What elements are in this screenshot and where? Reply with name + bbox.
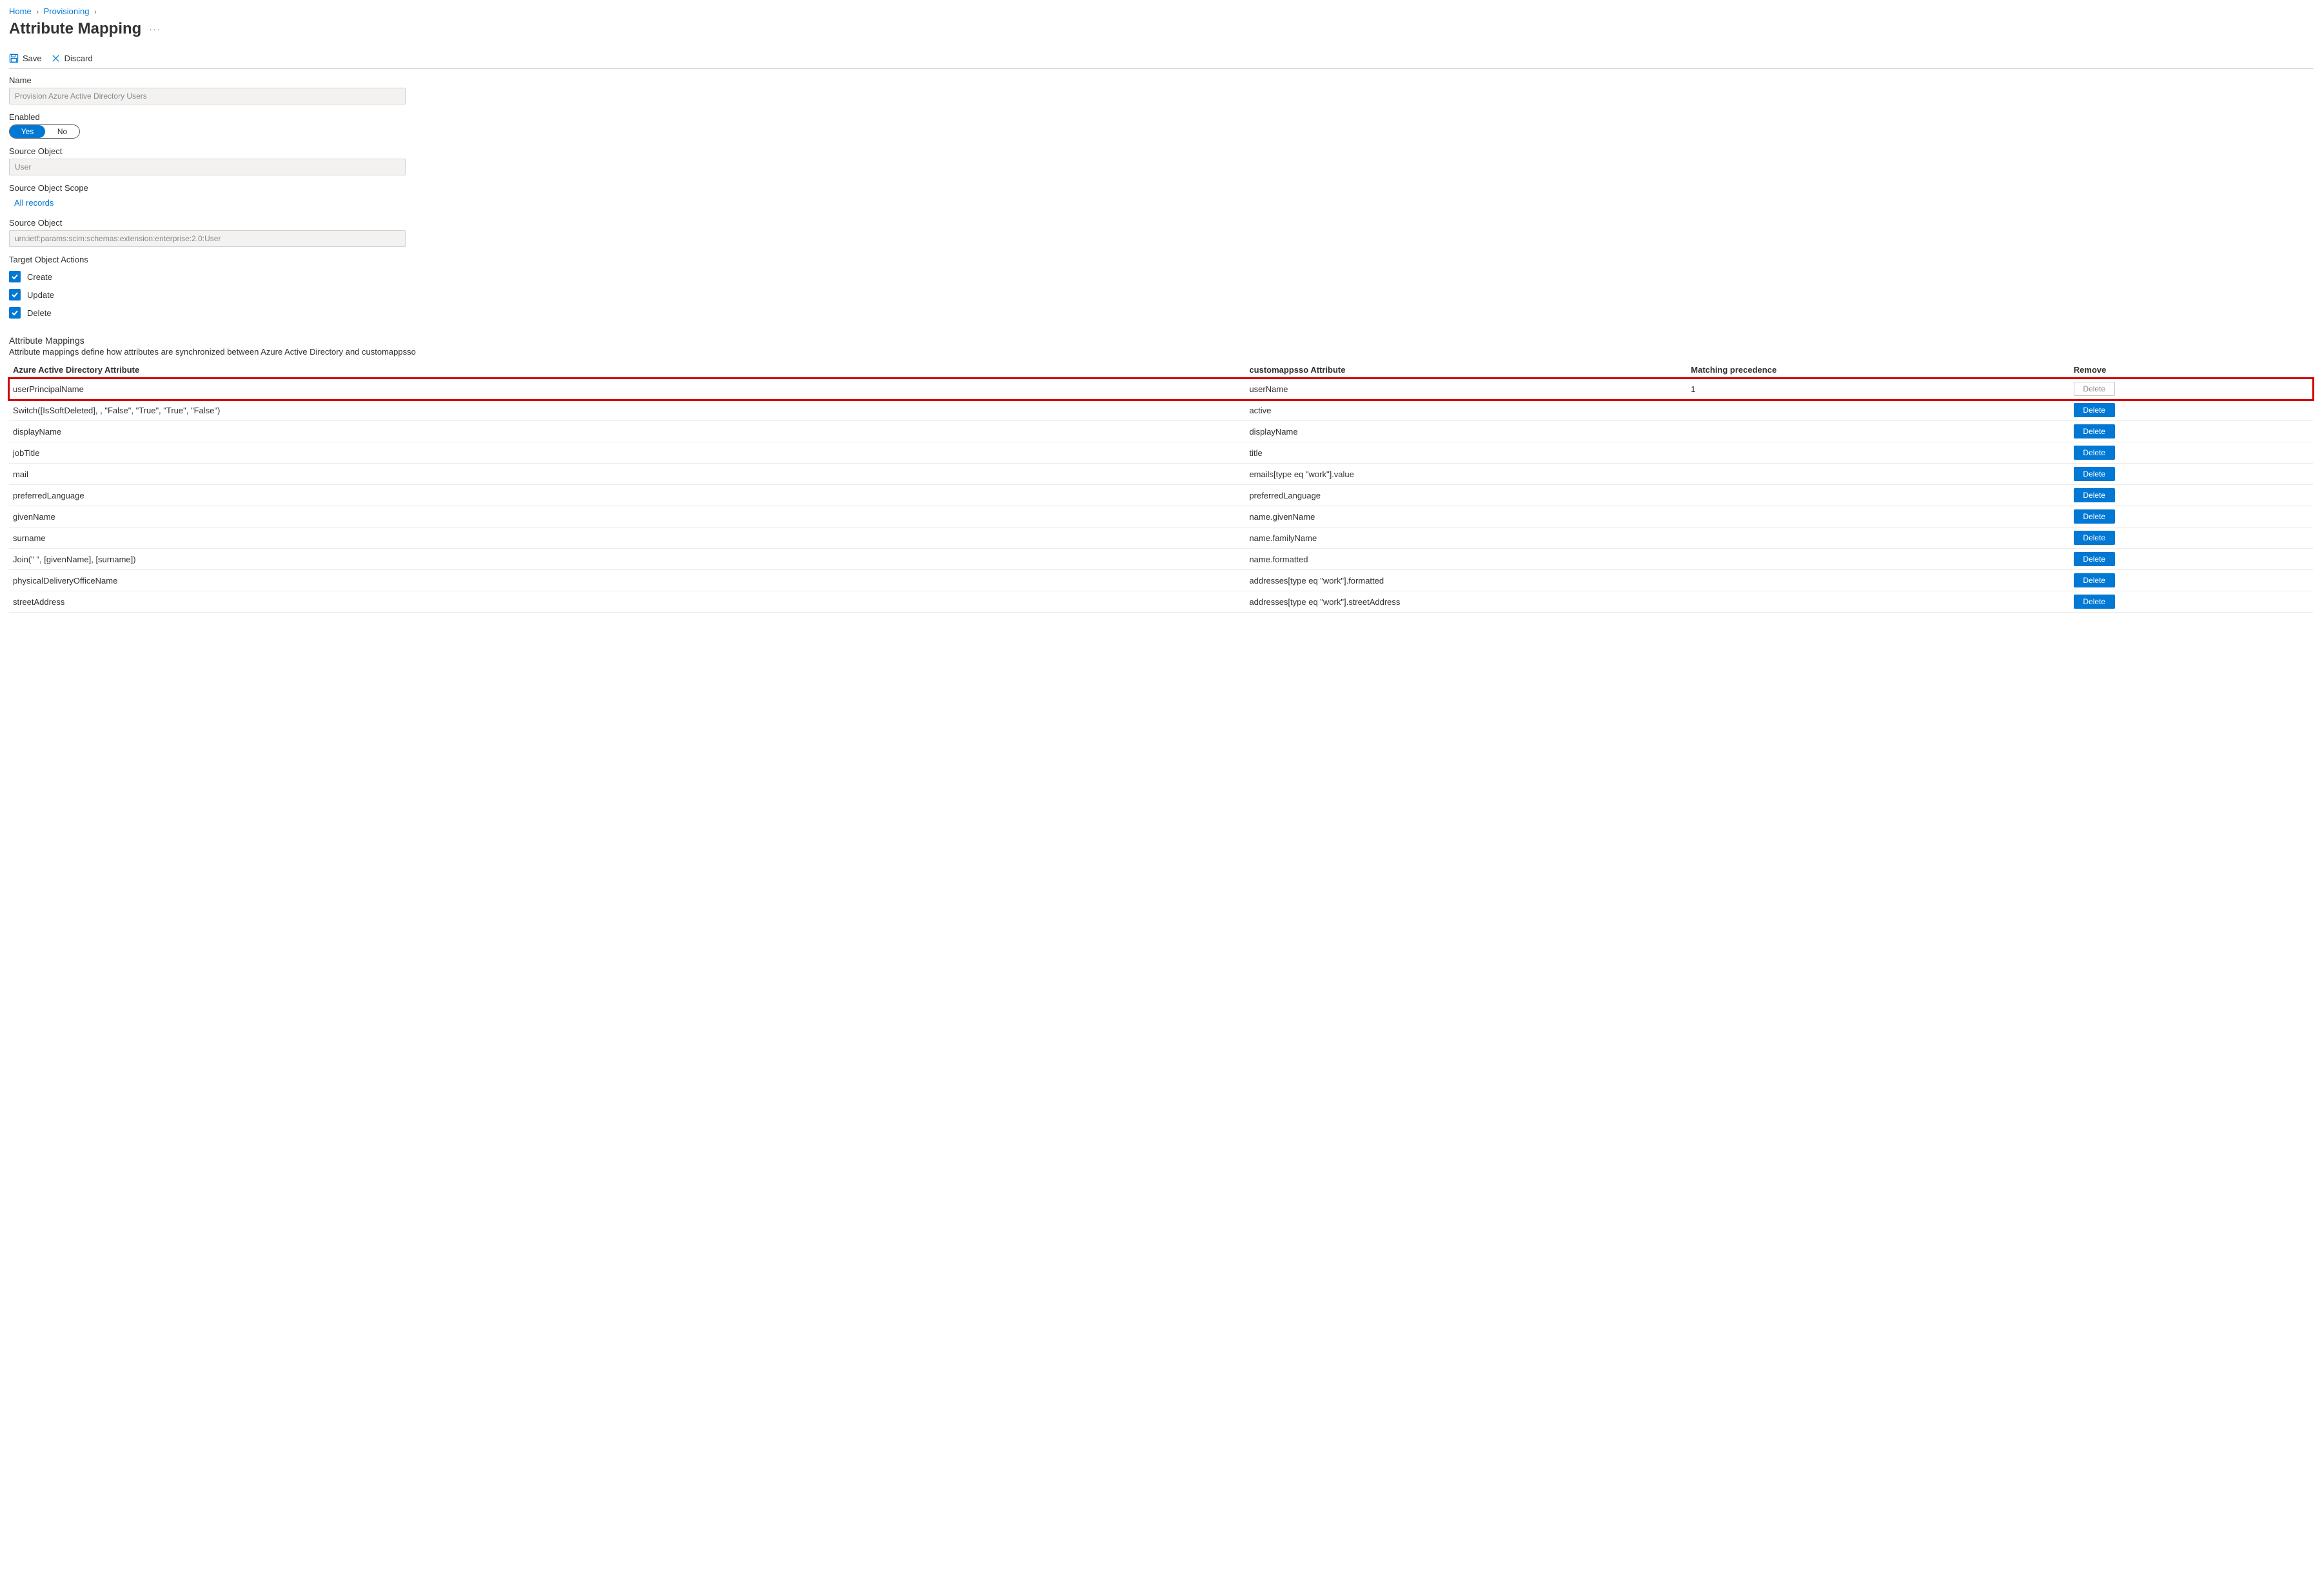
cell-custom: addresses[type eq "work"].streetAddress bbox=[1249, 597, 1691, 607]
delete-button[interactable]: Delete bbox=[2074, 488, 2115, 502]
cell-aad: surname bbox=[13, 533, 1249, 543]
discard-button[interactable]: Discard bbox=[51, 54, 93, 63]
scope-link[interactable]: All records bbox=[9, 195, 59, 210]
cell-custom: emails[type eq "work"].value bbox=[1249, 469, 1691, 479]
table-row[interactable]: Switch([IsSoftDeleted], , "False", "True… bbox=[9, 400, 2313, 421]
cell-custom: name.familyName bbox=[1249, 533, 1691, 543]
toggle-no: No bbox=[45, 127, 79, 136]
cell-aad: streetAddress bbox=[13, 597, 1249, 607]
close-icon bbox=[51, 54, 61, 63]
table-row[interactable]: mailemails[type eq "work"].value Delete bbox=[9, 464, 2313, 485]
cell-aad: preferredLanguage bbox=[13, 491, 1249, 500]
mappings-subtitle: Attribute mappings define how attributes… bbox=[9, 347, 2313, 357]
cell-custom: addresses[type eq "work"].formatted bbox=[1249, 576, 1691, 586]
create-label: Create bbox=[27, 272, 52, 282]
table-row[interactable]: preferredLanguagepreferredLanguage Delete bbox=[9, 485, 2313, 506]
more-actions-icon[interactable]: ··· bbox=[149, 25, 161, 34]
enabled-label: Enabled bbox=[9, 112, 406, 122]
table-row[interactable]: surnamename.familyName Delete bbox=[9, 527, 2313, 549]
attribute-mappings-table: Azure Active Directory Attribute customa… bbox=[9, 362, 2313, 613]
breadcrumb-provisioning[interactable]: Provisioning bbox=[44, 6, 90, 16]
delete-button[interactable]: Delete bbox=[2074, 446, 2115, 460]
delete-button[interactable]: Delete bbox=[2074, 467, 2115, 481]
delete-button[interactable]: Delete bbox=[2074, 403, 2115, 417]
scope-label: Source Object Scope bbox=[9, 183, 406, 193]
delete-button[interactable]: Delete bbox=[2074, 573, 2115, 587]
breadcrumb: Home › Provisioning › bbox=[9, 6, 2313, 16]
table-row[interactable]: Join(" ", [givenName], [surname])name.fo… bbox=[9, 549, 2313, 570]
cell-custom: name.givenName bbox=[1249, 512, 1691, 522]
cell-aad: userPrincipalName bbox=[13, 384, 1249, 394]
cell-custom: userName bbox=[1249, 384, 1691, 394]
delete-checkbox[interactable] bbox=[9, 307, 21, 319]
mappings-title: Attribute Mappings bbox=[9, 335, 2313, 346]
name-label: Name bbox=[9, 75, 406, 85]
cell-match: 1 bbox=[1691, 384, 2074, 394]
cell-aad: physicalDeliveryOfficeName bbox=[13, 576, 1249, 586]
target-actions-label: Target Object Actions bbox=[9, 255, 406, 264]
cell-custom: preferredLanguage bbox=[1249, 491, 1691, 500]
cell-custom: displayName bbox=[1249, 427, 1691, 437]
check-icon bbox=[11, 273, 19, 281]
col-remove: Remove bbox=[2074, 365, 2107, 375]
check-icon bbox=[11, 291, 19, 299]
table-row[interactable]: streetAddressaddresses[type eq "work"].s… bbox=[9, 591, 2313, 613]
toggle-yes: Yes bbox=[10, 125, 45, 138]
table-row[interactable]: physicalDeliveryOfficeNameaddresses[type… bbox=[9, 570, 2313, 591]
cell-aad: givenName bbox=[13, 512, 1249, 522]
enabled-toggle[interactable]: Yes No bbox=[9, 124, 80, 139]
cell-aad: jobTitle bbox=[13, 448, 1249, 458]
update-label: Update bbox=[27, 290, 54, 300]
source-object2-label: Source Object bbox=[9, 218, 406, 228]
breadcrumb-home[interactable]: Home bbox=[9, 6, 32, 16]
source-object-field[interactable] bbox=[9, 159, 406, 175]
cell-custom: name.formatted bbox=[1249, 555, 1691, 564]
table-row[interactable]: jobTitletitle Delete bbox=[9, 442, 2313, 464]
delete-button[interactable]: Delete bbox=[2074, 424, 2115, 438]
cell-custom: active bbox=[1249, 406, 1691, 415]
page-title: Attribute Mapping bbox=[9, 20, 141, 38]
create-checkbox[interactable] bbox=[9, 271, 21, 282]
cell-custom: title bbox=[1249, 448, 1691, 458]
chevron-right-icon: › bbox=[36, 8, 39, 16]
chevron-right-icon: › bbox=[94, 8, 97, 16]
cell-aad: Switch([IsSoftDeleted], , "False", "True… bbox=[13, 406, 1249, 415]
col-custom: customappsso Attribute bbox=[1249, 365, 1691, 375]
save-button[interactable]: Save bbox=[9, 54, 42, 63]
name-field[interactable] bbox=[9, 88, 406, 104]
discard-label: Discard bbox=[64, 54, 93, 63]
update-checkbox[interactable] bbox=[9, 289, 21, 300]
save-label: Save bbox=[23, 54, 42, 63]
cell-aad: Join(" ", [givenName], [surname]) bbox=[13, 555, 1249, 564]
col-match: Matching precedence bbox=[1691, 365, 2074, 375]
delete-button[interactable]: Delete bbox=[2074, 595, 2115, 609]
source-object2-field[interactable] bbox=[9, 230, 406, 247]
delete-button[interactable]: Delete bbox=[2074, 552, 2115, 566]
check-icon bbox=[11, 309, 19, 317]
delete-label: Delete bbox=[27, 308, 52, 318]
table-row[interactable]: userPrincipalNameuserName1Delete bbox=[9, 379, 2313, 400]
command-bar: Save Discard bbox=[9, 50, 2313, 69]
cell-aad: mail bbox=[13, 469, 1249, 479]
cell-aad: displayName bbox=[13, 427, 1249, 437]
table-row[interactable]: givenNamename.givenName Delete bbox=[9, 506, 2313, 527]
table-row[interactable]: displayNamedisplayName Delete bbox=[9, 421, 2313, 442]
delete-button: Delete bbox=[2074, 382, 2115, 396]
col-aad: Azure Active Directory Attribute bbox=[13, 365, 1249, 375]
delete-button[interactable]: Delete bbox=[2074, 531, 2115, 545]
source-object-label: Source Object bbox=[9, 146, 406, 156]
save-icon bbox=[9, 54, 19, 63]
delete-button[interactable]: Delete bbox=[2074, 509, 2115, 524]
